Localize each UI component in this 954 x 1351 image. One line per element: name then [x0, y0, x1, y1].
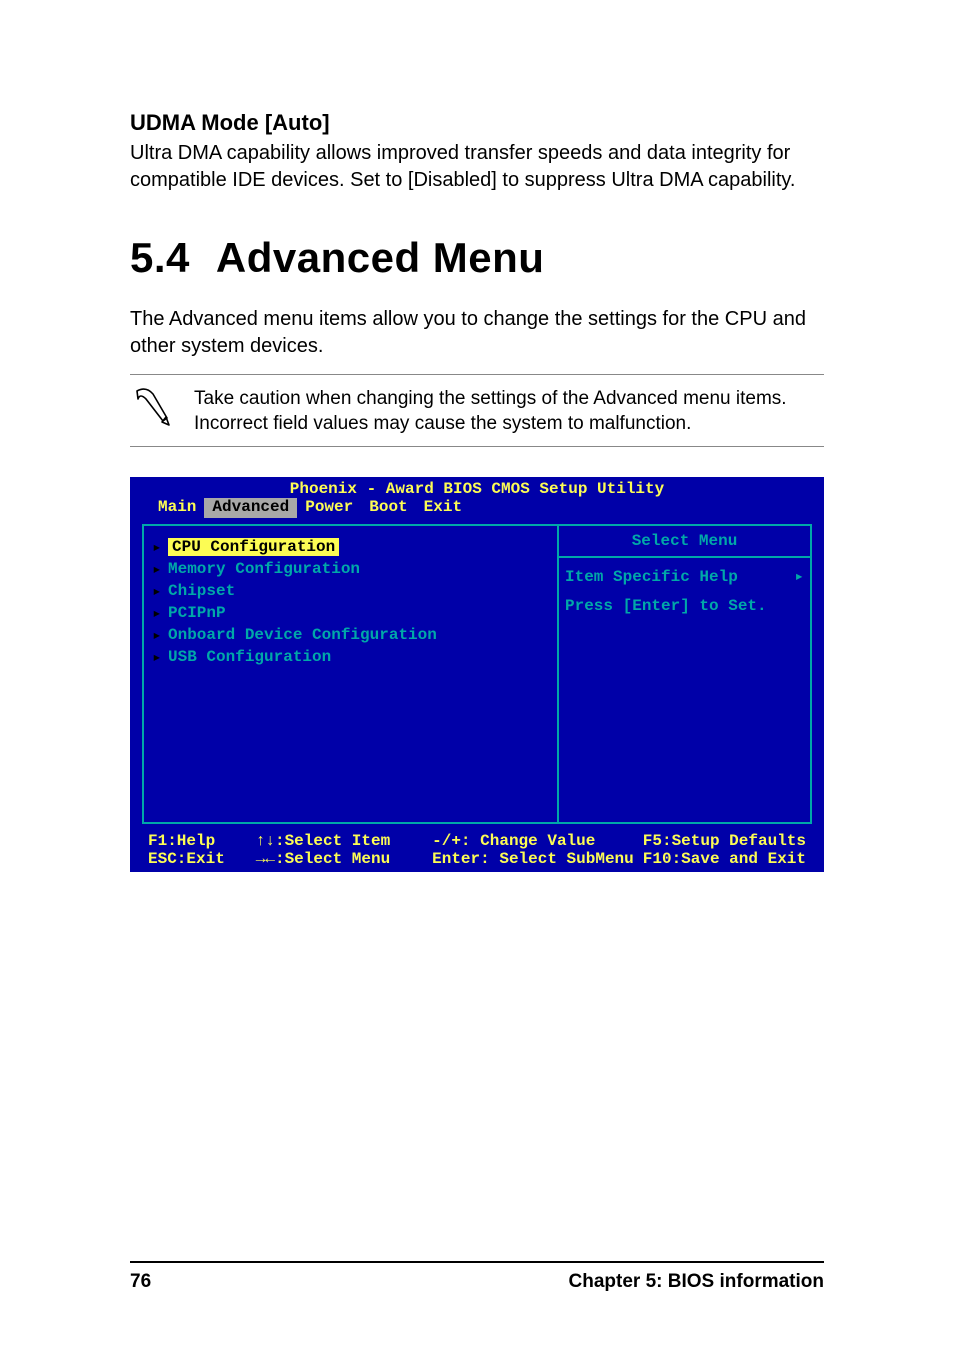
bios-footer: F1:Help ↑↓:Select Item -/+: Change Value…	[130, 830, 824, 872]
bios-footer-select-menu: →←:Select Menu	[256, 850, 432, 868]
bios-footer-submenu: Enter: Select SubMenu	[432, 850, 643, 868]
chapter-intro: The Advanced menu items allow you to cha…	[130, 306, 824, 360]
bios-help-text: Press [Enter] to Set.	[565, 595, 804, 617]
bios-footer-change-value: -/+: Change Value	[432, 832, 643, 850]
submenu-caret-icon: ▸	[152, 603, 162, 623]
submenu-caret-icon: ▸	[794, 566, 804, 588]
chapter-title: Advanced Menu	[216, 234, 545, 281]
bios-footer-save: F10:Save and Exit	[643, 850, 806, 868]
bios-menu-label: Chipset	[168, 582, 235, 600]
bios-menu-label: Memory Configuration	[168, 560, 360, 578]
bios-tab-exit[interactable]: Exit	[416, 498, 470, 518]
bios-menu-label: USB Configuration	[168, 648, 331, 666]
page-number: 76	[130, 1271, 151, 1293]
bios-menu-item-cpu[interactable]: ▸ CPU Configuration	[152, 536, 549, 558]
page-footer: 76 Chapter 5: BIOS information	[130, 1261, 824, 1293]
bios-tab-boot[interactable]: Boot	[361, 498, 415, 518]
submenu-caret-icon: ▸	[152, 647, 162, 667]
bios-tab-main[interactable]: Main	[150, 498, 204, 518]
bios-tab-power[interactable]: Power	[297, 498, 361, 518]
bios-help-label: Item Specific Help	[565, 566, 738, 588]
bios-footer-help: F1:Help	[148, 832, 256, 850]
submenu-caret-icon: ▸	[152, 559, 162, 579]
bios-tab-bar: Main Advanced Power Boot Exit	[130, 498, 824, 518]
submenu-caret-icon: ▸	[152, 581, 162, 601]
bios-menu-item-usb[interactable]: ▸ USB Configuration	[152, 646, 549, 668]
bios-menu-item-onboard[interactable]: ▸ Onboard Device Configuration	[152, 624, 549, 646]
chapter-label: Chapter 5: BIOS information	[569, 1271, 824, 1293]
section-title: UDMA Mode [Auto]	[130, 110, 824, 136]
bios-menu-label: Onboard Device Configuration	[168, 626, 437, 644]
bios-tab-advanced[interactable]: Advanced	[204, 498, 297, 518]
bios-body: ▸ CPU Configuration ▸ Memory Configurati…	[130, 518, 824, 830]
caution-note: Take caution when changing the settings …	[130, 374, 824, 447]
bios-menu-item-memory[interactable]: ▸ Memory Configuration	[152, 558, 549, 580]
section-body: Ultra DMA capability allows improved tra…	[130, 140, 824, 194]
bios-right-panel: Select Menu Item Specific Help ▸ Press [E…	[557, 524, 812, 824]
chapter-heading: 5.4 Advanced Menu	[130, 234, 824, 282]
bios-menu-label: PCIPnP	[168, 604, 226, 622]
caution-text: Take caution when changing the settings …	[194, 385, 824, 436]
submenu-caret-icon: ▸	[152, 625, 162, 645]
bios-right-title: Select Menu	[559, 526, 810, 558]
submenu-caret-icon: ▸	[152, 537, 162, 557]
bios-left-panel: ▸ CPU Configuration ▸ Memory Configurati…	[142, 524, 557, 824]
chapter-number: 5.4	[130, 234, 190, 281]
pencil-icon	[130, 385, 174, 429]
bios-menu-item-pcipnp[interactable]: ▸ PCIPnP	[152, 602, 549, 624]
bios-footer-defaults: F5:Setup Defaults	[643, 832, 806, 850]
bios-menu-label: CPU Configuration	[168, 538, 339, 556]
bios-footer-select-item: ↑↓:Select Item	[256, 832, 432, 850]
bios-footer-exit: ESC:Exit	[148, 850, 256, 868]
bios-title: Phoenix - Award BIOS CMOS Setup Utility	[130, 477, 824, 498]
bios-right-body: Item Specific Help ▸ Press [Enter] to Set…	[559, 558, 810, 625]
bios-screenshot: Phoenix - Award BIOS CMOS Setup Utility …	[130, 477, 824, 872]
bios-menu-item-chipset[interactable]: ▸ Chipset	[152, 580, 549, 602]
